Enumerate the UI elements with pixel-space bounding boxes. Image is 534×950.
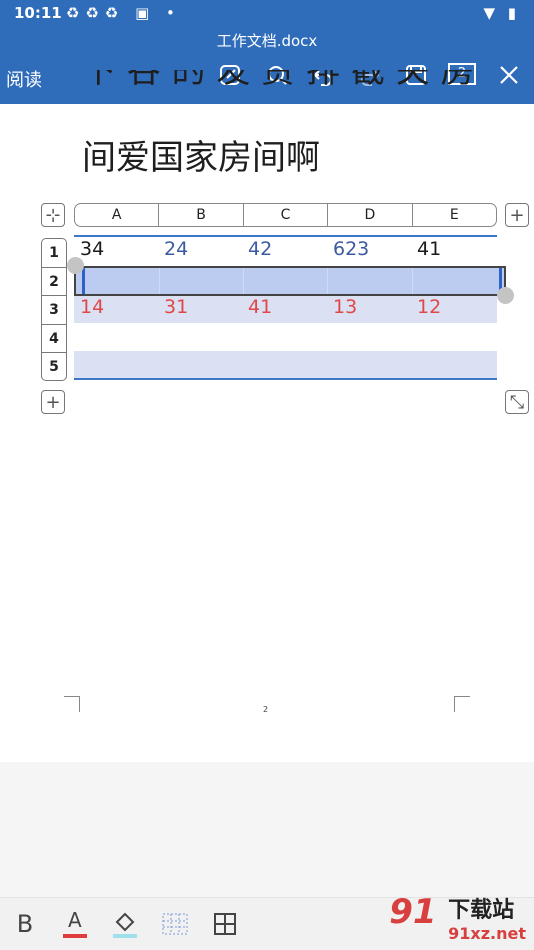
status-time: 10:11: [14, 4, 62, 22]
bold-button[interactable]: B: [10, 908, 40, 940]
page-gap: [0, 762, 534, 897]
row-header-2[interactable]: 2: [42, 268, 66, 297]
table-top-border: [74, 235, 497, 237]
close-icon[interactable]: [494, 60, 524, 90]
column-header-a[interactable]: A: [75, 204, 160, 226]
table-bottom-border: [74, 378, 497, 380]
watermark-url: 91xz.net: [448, 924, 526, 943]
selected-row[interactable]: [74, 266, 506, 296]
row-header-5[interactable]: 5: [42, 353, 66, 382]
page-number: 2: [263, 705, 269, 714]
font-color-button[interactable]: A: [60, 908, 90, 940]
watermark-brand: 下载站: [448, 898, 515, 923]
cell-b3[interactable]: 31: [164, 296, 188, 318]
table-style-button[interactable]: [160, 908, 190, 940]
cell-c1[interactable]: 42: [248, 238, 272, 260]
table-style-icon: [162, 913, 188, 935]
column-header-b[interactable]: B: [159, 204, 244, 226]
cell-b1[interactable]: 24: [164, 238, 188, 260]
cell-e1[interactable]: 41: [417, 238, 441, 260]
add-row-icon[interactable]: +: [41, 390, 65, 414]
cell-a1[interactable]: 34: [80, 238, 104, 260]
watermark-logo: 91: [389, 892, 437, 932]
cell-a3[interactable]: 14: [80, 296, 104, 318]
cell-c3[interactable]: 41: [248, 296, 272, 318]
table-move-icon[interactable]: ⊹: [41, 203, 65, 227]
document-text-line-cut: 下 谷 的 发 贾 排 截 关 房: [82, 70, 475, 91]
cell-d3[interactable]: 13: [333, 296, 357, 318]
fill-bucket-icon: [113, 912, 137, 938]
cell-divider: [327, 268, 328, 294]
column-header-c[interactable]: C: [244, 204, 329, 226]
selection-handle-end[interactable]: [497, 287, 514, 304]
font-color-swatch: [63, 934, 87, 938]
cell-divider: [243, 268, 244, 294]
document-text-line: 间爱国家房间啊: [82, 138, 320, 178]
row-header-4[interactable]: 4: [42, 325, 66, 354]
cell-d1[interactable]: 623: [333, 238, 369, 260]
table-grid-icon: [214, 913, 236, 935]
row-header: 1 2 3 4 5: [41, 238, 67, 381]
selection-start-caret: [82, 268, 85, 294]
row-header-3[interactable]: 3: [42, 296, 66, 325]
add-column-icon[interactable]: +: [505, 203, 529, 227]
resize-table-icon[interactable]: ⤡: [505, 390, 529, 414]
status-wifi-battery-icons: ▼ ▮: [483, 4, 520, 22]
page-crop-mark-left: [64, 696, 80, 712]
font-color-icon: A: [68, 908, 82, 932]
table-grid-button[interactable]: [210, 908, 240, 940]
table-row-5-band: [74, 351, 497, 379]
document-title: 工作文档.docx: [216, 32, 318, 50]
column-header: A B C D E: [74, 203, 497, 227]
cell-divider: [159, 268, 160, 294]
status-notification-icons: ♻♻♻ ▣ •: [66, 4, 181, 22]
column-header-d[interactable]: D: [328, 204, 413, 226]
cell-e3[interactable]: 12: [417, 296, 441, 318]
column-header-e[interactable]: E: [413, 204, 496, 226]
read-mode-button[interactable]: 阅读: [6, 66, 42, 92]
fill-color-button[interactable]: [110, 908, 140, 940]
watermark: 91 下载站 91xz.net: [389, 892, 526, 943]
page-crop-mark-right: [454, 696, 470, 712]
row-header-1[interactable]: 1: [42, 239, 66, 268]
cell-divider: [412, 268, 413, 294]
